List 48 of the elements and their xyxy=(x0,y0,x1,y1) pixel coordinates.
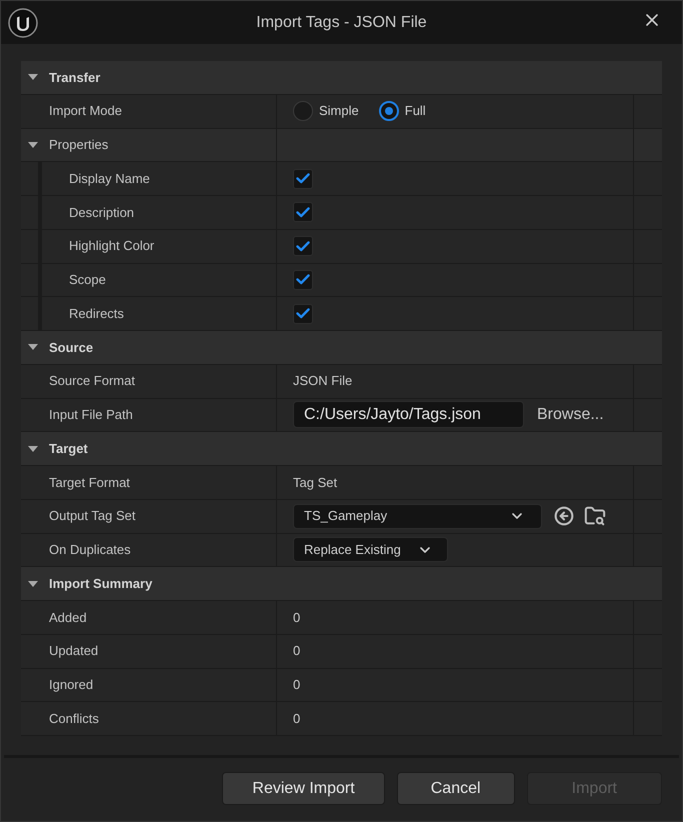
circle-logo-icon xyxy=(8,8,38,38)
property-label: Redirects xyxy=(69,304,124,323)
property-label: On Duplicates xyxy=(49,541,131,560)
radio-option[interactable]: Full xyxy=(378,101,426,122)
checkbox[interactable] xyxy=(293,304,313,324)
window-title: Import Tags - JSON File xyxy=(256,12,427,32)
folder-search-icon[interactable] xyxy=(584,505,606,528)
property-value: 0 xyxy=(293,608,300,627)
property-label: Updated xyxy=(49,642,98,660)
property-value: 0 xyxy=(293,710,300,728)
property-label: Display Name xyxy=(69,170,150,188)
checkmark-icon xyxy=(296,240,310,252)
property-value: 0 xyxy=(293,676,300,694)
property-label: Added xyxy=(49,608,87,627)
property-label: Import Mode xyxy=(49,102,122,120)
property-label: Output Tag Set xyxy=(49,507,136,526)
checkmark-icon xyxy=(296,206,310,218)
file-path-field[interactable]: C:/Users/Jayto/Tags.json xyxy=(293,401,524,428)
checkmark-icon xyxy=(296,308,310,320)
section-header[interactable]: Transfer xyxy=(21,61,662,95)
checkbox[interactable] xyxy=(293,202,313,222)
property-value: Tag Set xyxy=(293,474,338,492)
asset-dropdown[interactable]: TS_Gameplay xyxy=(293,504,542,529)
property-label: Source Format xyxy=(49,372,135,390)
property-label: Target Format xyxy=(49,474,130,492)
checkbox[interactable] xyxy=(293,168,313,189)
dialog-button[interactable]: Review Import xyxy=(222,772,385,805)
property-value: JSON File xyxy=(293,372,352,390)
browse-button[interactable]: Browse... xyxy=(537,402,604,427)
checkmark-icon xyxy=(296,274,310,286)
radio-option[interactable]: Simple xyxy=(293,101,359,122)
property-value: 0 xyxy=(293,642,300,660)
section-header[interactable]: Target xyxy=(21,432,662,466)
checkbox[interactable] xyxy=(293,270,313,290)
property-label: Input File Path xyxy=(49,406,133,424)
dialog-button[interactable]: Cancel xyxy=(396,772,515,805)
property-label: Scope xyxy=(69,271,106,290)
section-header[interactable]: Source xyxy=(21,331,662,365)
property-label: Ignored xyxy=(49,676,94,694)
section-header[interactable]: Import Summary xyxy=(21,567,662,601)
checkmark-icon xyxy=(296,173,310,184)
property-label: Description xyxy=(69,204,134,222)
property-label: Conflicts xyxy=(49,710,99,728)
checkbox[interactable] xyxy=(293,236,313,256)
dropdown[interactable]: Replace Existing xyxy=(293,537,448,562)
group-header[interactable]: Properties xyxy=(21,128,662,162)
property-label: Highlight Color xyxy=(69,237,154,256)
arrow-left-circle-icon[interactable] xyxy=(554,506,574,526)
